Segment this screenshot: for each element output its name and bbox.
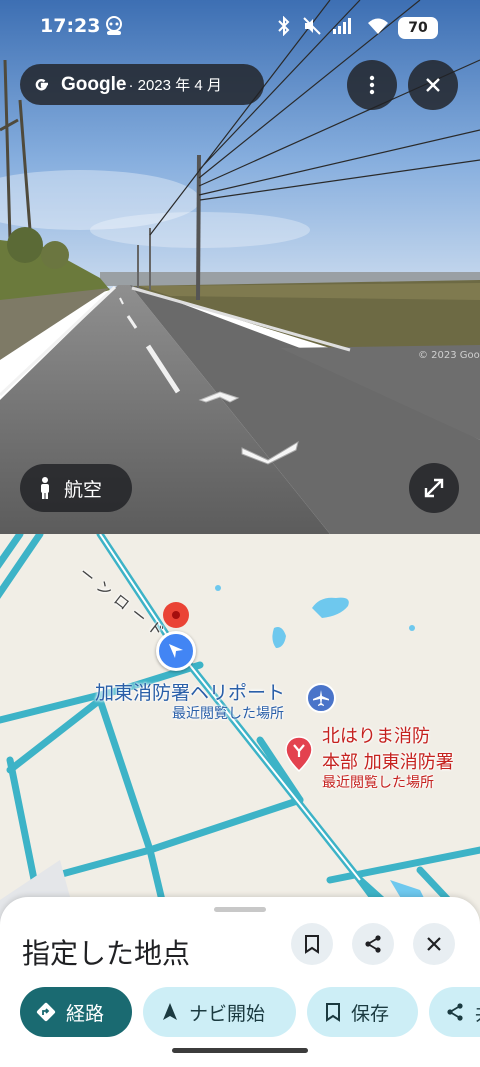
status-time: 17:23	[40, 15, 101, 37]
red-pin-icon	[163, 602, 189, 628]
app-root: © 2023 Google 17:23 70	[0, 0, 480, 1067]
move-forward-arrow[interactable]	[196, 386, 242, 406]
sheet-drag-handle[interactable]	[214, 907, 266, 912]
gesture-nav-bar[interactable]	[172, 1048, 308, 1053]
place-bottom-sheet[interactable]: 指定した地点 経路 ナビ開始 保存 共	[0, 897, 480, 1067]
more-vert-icon	[369, 75, 375, 95]
notification-app-icon	[102, 14, 126, 38]
expand-icon	[424, 478, 444, 498]
bookmark-icon	[326, 1003, 340, 1022]
close-icon	[426, 78, 440, 92]
navigation-arrow-icon	[169, 644, 183, 658]
directions-label: 経路	[66, 1002, 105, 1025]
save-button[interactable]: 保存	[307, 987, 418, 1037]
aerial-view-button[interactable]: 航空	[20, 464, 132, 512]
share-icon	[447, 1003, 463, 1021]
bluetooth-icon	[272, 14, 296, 38]
google-g-icon	[32, 75, 52, 95]
capture-date: · 2023 年 4 月	[128, 77, 222, 94]
imagery-source-pill[interactable]: Google · 2023 年 4 月	[20, 64, 264, 105]
save-icon-button[interactable]	[291, 923, 333, 965]
save-label: 保存	[351, 1002, 390, 1025]
current-location-marker	[156, 631, 196, 671]
expand-button[interactable]	[409, 463, 459, 513]
move-back-arrow[interactable]	[238, 436, 302, 466]
more-options-button[interactable]	[347, 60, 397, 110]
share-icon-button[interactable]	[352, 923, 394, 965]
aerial-label: 航空	[64, 479, 103, 501]
close-sheet-button[interactable]	[413, 923, 455, 965]
share-label: 共	[475, 999, 480, 1026]
provider-name: Google	[61, 73, 127, 95]
directions-icon	[36, 1002, 56, 1022]
status-bar: 17:23 70	[0, 0, 480, 56]
bookmark-icon	[305, 935, 319, 954]
signal-icon	[331, 14, 355, 38]
wifi-icon	[366, 14, 390, 38]
pegman-icon	[41, 477, 49, 499]
street-view-panel[interactable]: © 2023 Google 17:23 70	[0, 0, 480, 534]
fire-station-pin-icon[interactable]	[285, 736, 313, 777]
place-title: 指定した地点	[22, 937, 191, 970]
navigation-icon	[163, 1003, 177, 1020]
close-street-view-button[interactable]	[408, 60, 458, 110]
airport-icon[interactable]	[306, 683, 336, 713]
close-icon	[427, 937, 441, 951]
mute-icon	[300, 14, 324, 38]
place-label-fire-line2[interactable]: 本部 加東消防署	[322, 748, 454, 774]
place-sub-fire: 最近閲覧した場所	[322, 775, 434, 791]
start-navigation-button[interactable]: ナビ開始	[143, 987, 296, 1037]
directions-button[interactable]: 経路	[20, 987, 132, 1037]
start-navigation-label: ナビ開始	[189, 1002, 266, 1025]
battery-indicator: 70	[398, 17, 438, 39]
place-sub-heliport: 最近閲覧した場所	[172, 706, 284, 722]
place-label-fire-line1[interactable]: 北はりま消防	[322, 722, 430, 748]
watermark-text: © 2023 Google	[418, 350, 480, 361]
share-button[interactable]: 共	[429, 987, 480, 1037]
place-label-heliport[interactable]: 加東消防署ヘリポート	[95, 678, 285, 705]
share-icon	[365, 935, 381, 953]
